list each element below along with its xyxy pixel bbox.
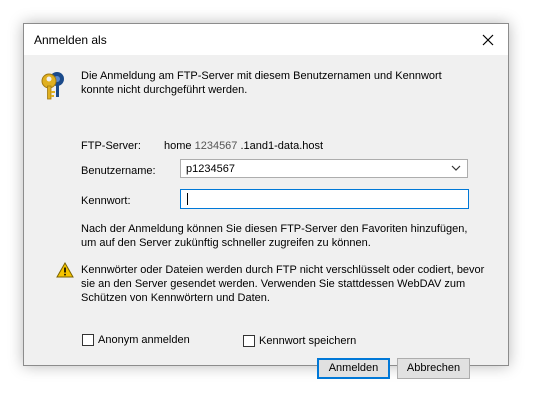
text-cursor (187, 193, 188, 205)
warning-icon (56, 262, 74, 278)
login-dialog: Anmelden als Die Anmeldung am FTP-Server… (23, 23, 509, 379)
title-bar: Anmelden als (24, 24, 508, 55)
dialog-title: Anmelden als (34, 33, 107, 47)
anonymous-label[interactable]: Anonym anmelden (98, 334, 190, 346)
username-value: p1234567 (186, 163, 235, 175)
password-field[interactable] (180, 189, 469, 209)
close-button[interactable] (468, 24, 508, 55)
server-id: 1234567 (194, 140, 238, 152)
server-suffix: .1and1-data.host (240, 140, 324, 152)
favorites-info: Nach der Anmeldung können Sie diesen FTP… (81, 223, 468, 249)
login-button[interactable]: Anmelden (317, 358, 390, 379)
anonymous-checkbox[interactable] (82, 334, 94, 346)
security-warning: Kennwörter oder Dateien werden durch FTP… (81, 264, 485, 304)
password-label: Kennwort: (81, 195, 131, 207)
close-icon (482, 34, 494, 45)
server-label: FTP-Server: (81, 140, 141, 152)
username-label: Benutzername: (81, 165, 156, 177)
keys-icon (41, 72, 64, 100)
save-password-label[interactable]: Kennwort speichern (259, 335, 356, 347)
server-prefix: home (164, 140, 192, 152)
error-message: Die Anmeldung am FTP-Server mit diesem B… (81, 70, 442, 96)
save-password-checkbox[interactable] (243, 335, 255, 347)
chevron-down-icon (451, 165, 461, 171)
username-select[interactable]: p1234567 (180, 159, 468, 178)
server-value: home 1234567 .1and1-data.host (164, 140, 323, 152)
dialog-content: Die Anmeldung am FTP-Server mit diesem B… (24, 55, 508, 379)
cancel-button[interactable]: Abbrechen (397, 358, 470, 379)
